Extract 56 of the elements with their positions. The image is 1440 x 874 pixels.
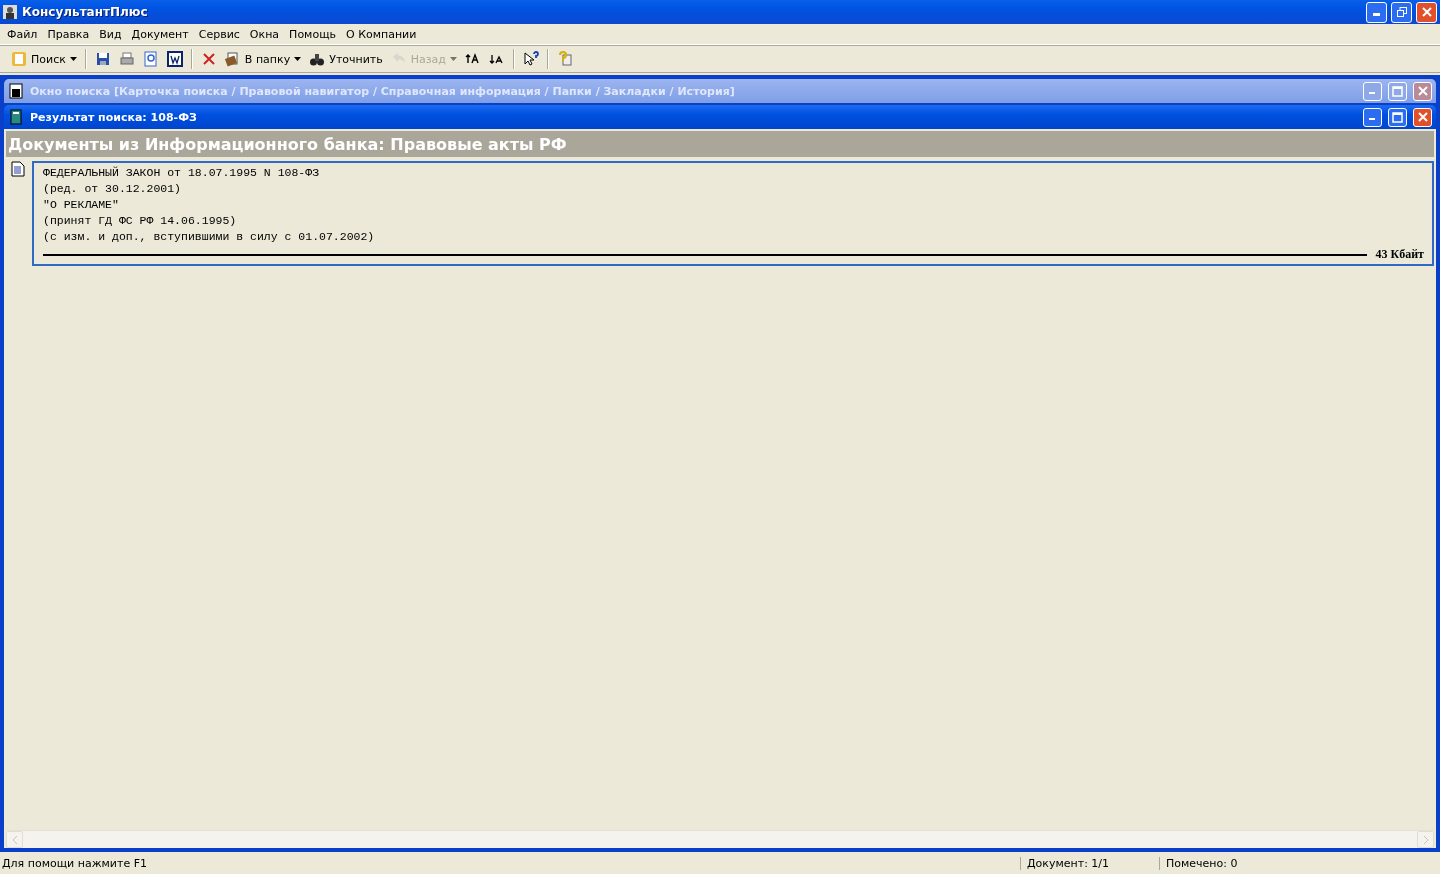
binoculars-icon <box>309 51 326 67</box>
document-text-line: (принят ГД ФС РФ 14.06.1995) <box>43 213 238 229</box>
close-icon <box>1417 112 1428 122</box>
close-button[interactable] <box>1416 1 1437 23</box>
printer-icon <box>118 51 135 67</box>
app-logo-icon <box>2 4 18 20</box>
folder-document-icon <box>224 51 241 67</box>
caret-icon <box>449 57 457 61</box>
results-heading: Документы из Информационного банка: Правовые акты РФ <box>6 131 1434 157</box>
status-document: Документ: 1/1 <box>1020 856 1159 870</box>
child-window-title: Результат поиска: 108-ФЗ <box>30 110 198 124</box>
toolbar-button[interactable]: Поиск <box>8 48 80 70</box>
menu-item[interactable]: Сервис <box>193 27 245 41</box>
caret-icon <box>69 57 77 61</box>
close-icon <box>1421 7 1432 17</box>
document-text-line: ФЕДЕРАЛЬНЫЙ ЗАКОН от 18.07.1995 N 108-ФЗ <box>43 165 321 181</box>
toolbar-button[interactable]: В папку <box>221 48 305 70</box>
status-hint: Для помощи нажмите F1 <box>1 856 148 870</box>
minimize-button[interactable] <box>1366 1 1387 23</box>
menu-item[interactable]: Окна <box>244 27 285 41</box>
document-text-line: (ред. от 30.12.2001) <box>43 181 183 197</box>
close-button[interactable] <box>1413 81 1432 101</box>
word-document-icon <box>166 51 183 67</box>
document-text-line: "О РЕКЛАМЕ" <box>43 197 120 213</box>
menu-item[interactable]: Правка <box>42 27 95 41</box>
menu-item[interactable]: Документ <box>126 27 194 41</box>
delete-cross-icon <box>200 51 217 67</box>
restore-button[interactable] <box>1391 1 1412 23</box>
help-cursor-icon <box>522 51 539 67</box>
maximize-button[interactable] <box>1388 107 1407 127</box>
chevron-left-icon <box>11 835 18 844</box>
close-button[interactable] <box>1413 107 1432 127</box>
toolbar-button[interactable]: Уточнить <box>306 48 386 70</box>
document-icon <box>10 161 26 177</box>
search-card-icon <box>11 51 27 67</box>
menu-item[interactable]: Вид <box>94 27 127 41</box>
search-window-icon <box>8 83 24 99</box>
menu-item[interactable]: Помощь <box>284 27 341 41</box>
question-document-icon <box>556 51 573 67</box>
caret-icon <box>294 57 302 61</box>
document-entry[interactable]: ФЕДЕРАЛЬНЫЙ ЗАКОН от 18.07.1995 N 108-ФЗ (ред. от 30.12.2001) "О РЕКЛАМЕ" (принят ГД ФС РФ 14.06.1995) (с изм. и доп., вступившими в силу с 01.07.2002) 43 Кбайт <box>32 161 1434 266</box>
window-title: КонсультантПлюс <box>22 5 149 19</box>
child-window-title: Окно поиска [Карточка поиска / Правовой навигатор / Справочная информация / Папки / Закладки / История] <box>30 84 736 98</box>
menu-item[interactable]: Файл <box>2 27 43 41</box>
maximize-icon <box>1392 111 1403 123</box>
magnifier-page-icon <box>142 51 159 67</box>
maximize-icon <box>1392 85 1403 97</box>
document-text-line: (с изм. и доп., вступившими в силу с 01.07.2002) <box>43 229 376 245</box>
menu-item[interactable]: О Компании <box>341 27 422 41</box>
minimize-button[interactable] <box>1363 107 1382 127</box>
document-size: 43 Кбайт <box>1375 247 1424 262</box>
document-window-icon <box>8 109 24 125</box>
close-icon <box>1417 86 1428 96</box>
restore-icon <box>1396 7 1407 17</box>
status-marked: Помечено: 0 <box>1159 856 1440 870</box>
chevron-right-icon <box>1422 835 1429 844</box>
